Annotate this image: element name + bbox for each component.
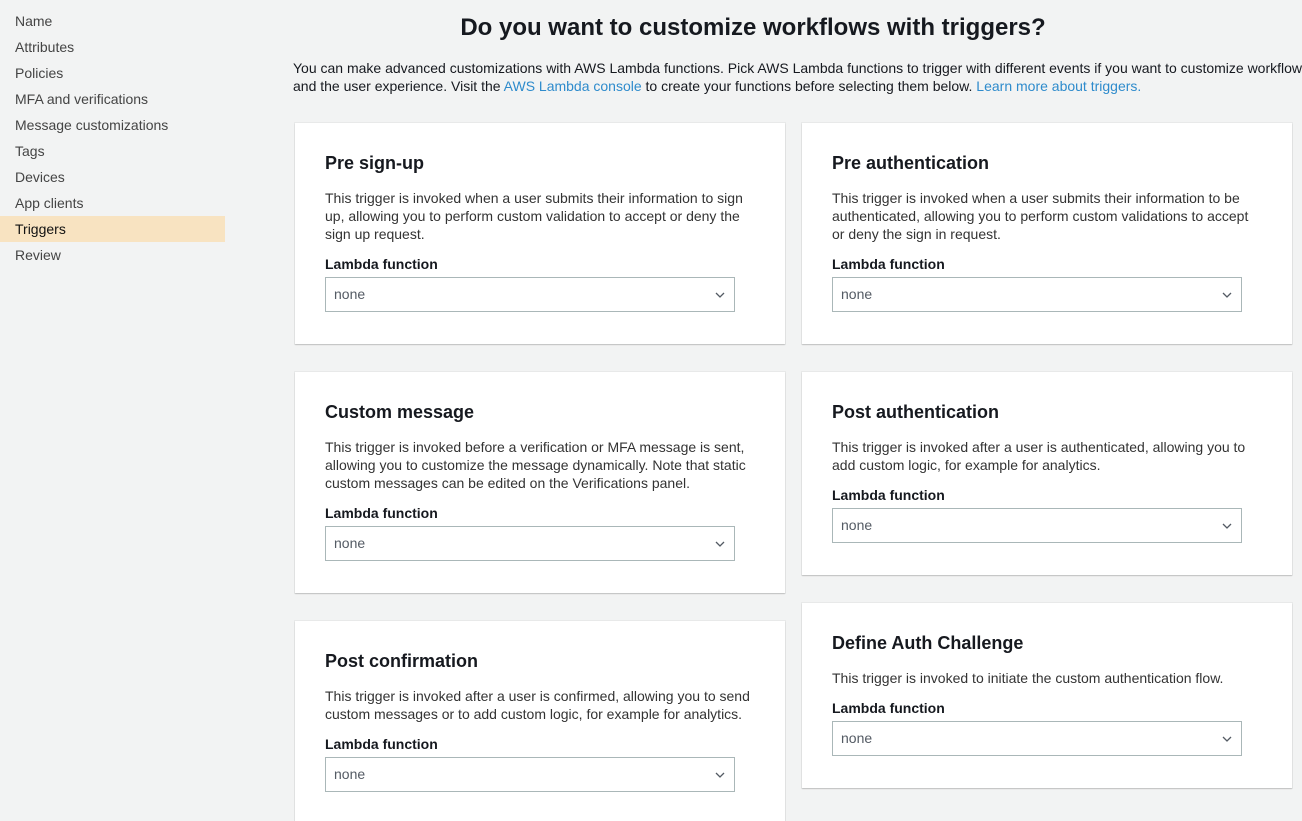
chevron-down-icon xyxy=(714,758,726,791)
post-confirmation-lambda-select[interactable]: none xyxy=(325,757,735,792)
pre-authentication-lambda-select[interactable]: none xyxy=(832,277,1242,312)
card-description: This trigger is invoked when a user subm… xyxy=(832,190,1249,242)
card-description: This trigger is invoked to initiate the … xyxy=(832,670,1224,686)
sidebar-item-app-clients[interactable]: App clients xyxy=(0,190,225,216)
select-value: none xyxy=(334,766,366,782)
intro-text: You can make advanced customizations wit… xyxy=(293,59,1302,95)
trigger-card-define-auth-challenge: Define Auth Challenge This trigger is in… xyxy=(802,603,1292,788)
card-description: This trigger is invoked when a user subm… xyxy=(325,190,743,242)
sidebar-nav: Name Attributes Policies MFA and verific… xyxy=(0,8,225,268)
card-title: Post authentication xyxy=(832,402,1000,422)
post-authentication-lambda-select[interactable]: none xyxy=(832,508,1242,543)
card-description: This trigger is invoked after a user is … xyxy=(832,439,1246,473)
intro-line-2-middle: to create your functions before selectin… xyxy=(641,78,977,94)
chevron-down-icon xyxy=(714,527,726,560)
lambda-function-label: Lambda function xyxy=(325,736,438,752)
trigger-card-pre-signup: Pre sign-up This trigger is invoked when… xyxy=(295,123,785,344)
trigger-card-post-authentication: Post authentication This trigger is invo… xyxy=(802,372,1292,575)
lambda-function-label: Lambda function xyxy=(325,256,438,272)
lambda-function-label: Lambda function xyxy=(832,487,945,503)
card-title: Post confirmation xyxy=(325,651,479,671)
select-value: none xyxy=(841,730,873,746)
learn-more-triggers-link[interactable]: Learn more about triggers. xyxy=(976,78,1141,94)
page-title: Do you want to customize workflows with … xyxy=(460,14,1046,41)
chevron-down-icon xyxy=(714,278,726,311)
select-value: none xyxy=(334,535,366,551)
lambda-function-label: Lambda function xyxy=(832,256,945,272)
lambda-function-label: Lambda function xyxy=(325,505,438,521)
sidebar-item-message-customizations[interactable]: Message customizations xyxy=(0,112,225,138)
card-title: Custom message xyxy=(325,402,475,422)
chevron-down-icon xyxy=(1221,722,1233,755)
chevron-down-icon xyxy=(1221,278,1233,311)
aws-lambda-console-link[interactable]: AWS Lambda console xyxy=(504,78,642,94)
chevron-down-icon xyxy=(1221,509,1233,542)
trigger-card-custom-message: Custom message This trigger is invoked b… xyxy=(295,372,785,593)
sidebar-item-attributes[interactable]: Attributes xyxy=(0,34,225,60)
trigger-card-post-confirmation: Post confirmation This trigger is invoke… xyxy=(295,621,785,821)
intro-line-2-start: and the user experience. Visit the xyxy=(293,78,504,94)
select-value: none xyxy=(334,286,366,302)
card-title: Define Auth Challenge xyxy=(832,633,1024,653)
intro-line-1: You can make advanced customizations wit… xyxy=(293,60,1302,76)
sidebar-item-name[interactable]: Name xyxy=(0,8,225,34)
pre-signup-lambda-select[interactable]: none xyxy=(325,277,735,312)
card-title: Pre authentication xyxy=(832,153,990,173)
card-description: This trigger is invoked before a verific… xyxy=(325,439,746,491)
trigger-card-pre-authentication: Pre authentication This trigger is invok… xyxy=(802,123,1292,344)
sidebar-item-triggers[interactable]: Triggers xyxy=(0,216,225,242)
sidebar-item-policies[interactable]: Policies xyxy=(0,60,225,86)
card-title: Pre sign-up xyxy=(325,153,425,173)
select-value: none xyxy=(841,517,873,533)
lambda-function-label: Lambda function xyxy=(832,700,945,716)
custom-message-lambda-select[interactable]: none xyxy=(325,526,735,561)
card-description: This trigger is invoked after a user is … xyxy=(325,688,750,722)
define-auth-challenge-lambda-select[interactable]: none xyxy=(832,721,1242,756)
sidebar-item-tags[interactable]: Tags xyxy=(0,138,225,164)
sidebar-item-mfa[interactable]: MFA and verifications xyxy=(0,86,225,112)
sidebar-item-review[interactable]: Review xyxy=(0,242,225,268)
select-value: none xyxy=(841,286,873,302)
sidebar-item-devices[interactable]: Devices xyxy=(0,164,225,190)
